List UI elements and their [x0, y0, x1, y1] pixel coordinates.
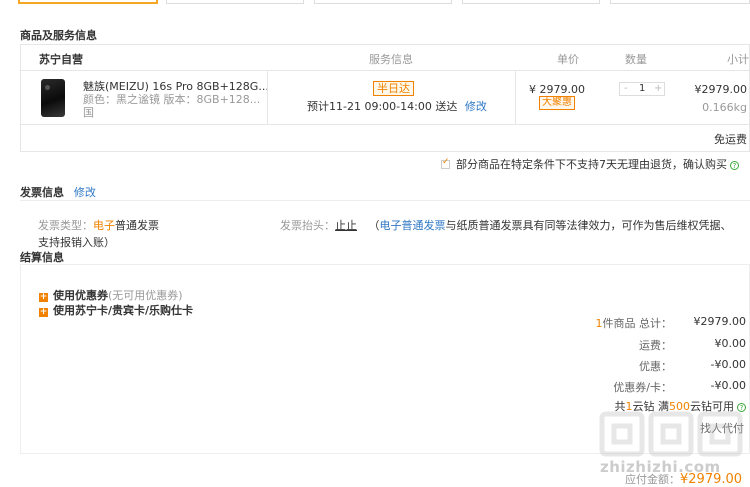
delivery-eta: 预计11-21 09:00-14:00 送达 修改: [307, 98, 487, 114]
payable-total: 应付金额：¥2979.00: [625, 471, 742, 487]
yunzuan-info: 共1云钻 满500云钻可用?: [614, 398, 746, 414]
invoice-edit-link[interactable]: 修改: [74, 186, 96, 199]
question-circle-icon[interactable]: ?: [730, 161, 739, 170]
product-spec-more: 国: [83, 106, 94, 119]
items-count: 1: [595, 317, 603, 330]
yun-mid: 云钻 满: [632, 400, 670, 413]
invoice-type: 发票类型：电子普通发票: [38, 217, 159, 233]
coupon-card-value: -¥0.00: [710, 379, 746, 392]
use-card-row[interactable]: + 使用苏宁卡/贵宾卡/乐购仕卡: [39, 302, 193, 318]
coupon-card-label: 优惠券/卡：: [613, 381, 672, 394]
col-subtotal: 小计: [727, 53, 749, 66]
expand-plus-icon[interactable]: +: [39, 308, 48, 317]
product-spec: 颜色：黑之谧镜 版本：8GB+128...: [83, 93, 261, 106]
invoice-type-highlight: 电子: [93, 219, 115, 232]
address-tab-selected[interactable]: [18, 0, 158, 4]
qty-minus-button[interactable]: -: [624, 83, 628, 95]
invoice-title: 发票信息: [20, 186, 64, 199]
freight-value: ¥0.00: [714, 337, 747, 350]
invoice-header: 发票抬头：止止 （电子普通发票与纸质普通发票具有同等法律效力，可作为售后维权凭据…: [280, 217, 732, 233]
col-service: 服务信息: [369, 53, 413, 66]
address-tab[interactable]: [314, 0, 452, 4]
promo-tag: 大聚惠: [539, 96, 575, 110]
col-qty: 数量: [625, 53, 647, 66]
e-invoice-link[interactable]: 电子普通发票: [380, 219, 446, 232]
product-table: 苏宁自营 服务信息 单价 数量 小计 魅族(MEIZU) 16s Pro 8GB…: [20, 44, 750, 152]
goods-section-title: 商品及服务信息: [20, 29, 97, 42]
notice-text: 部分商品在特定条件下不支持7天无理由退货，确认购买: [456, 158, 727, 171]
pay-for-me-link[interactable]: 找人代付: [700, 420, 744, 436]
payable-label: 应付金额：: [625, 473, 680, 486]
invoice-note: 与纸质普通发票具有同等法律效力，可作为售后维权凭据、: [445, 219, 732, 232]
return-notice: 部分商品在特定条件下不支持7天无理由退货，确认购买?: [441, 156, 739, 172]
yun-count: 1: [625, 400, 633, 413]
address-tab[interactable]: [610, 0, 750, 4]
product-thumbnail[interactable]: [41, 79, 65, 117]
items-total-label: 1件商品 总计：: [596, 315, 673, 331]
product-table-header: 苏宁自营 服务信息 单价 数量 小计: [21, 45, 749, 71]
invoice-type-value: 普通发票: [115, 219, 159, 232]
discount-value: -¥0.00: [710, 358, 746, 371]
subtotal: ¥2979.00: [694, 83, 748, 96]
invoice-type-label: 发票类型：: [38, 219, 93, 232]
qty-value[interactable]: 1: [639, 83, 645, 95]
unit-price: ¥ 2979.00: [529, 83, 585, 96]
items-label: 件商品 总计：: [602, 317, 673, 330]
coupon-note: (无可用优惠券): [108, 289, 183, 302]
product-row: 魅族(MEIZU) 16s Pro 8GB+128G... 颜色：黑之谧镜 版本…: [21, 71, 749, 125]
top-tabs: [18, 0, 750, 4]
invoice-note-line2: 支持报销入账）: [38, 236, 115, 249]
items-total-value: ¥2979.00: [693, 315, 747, 328]
yun-threshold: 500: [669, 400, 690, 413]
invoice-info: 发票类型：电子普通发票 发票抬头：止止 （电子普通发票与纸质普通发票具有同等法律…: [20, 200, 750, 249]
eta-text: 预计11-21 09:00-14:00 送达: [307, 100, 458, 113]
quantity-stepper[interactable]: - 1 +: [619, 82, 665, 96]
seller-name: 苏宁自营: [39, 53, 83, 66]
address-tab[interactable]: [462, 0, 600, 4]
coupon-label[interactable]: 使用优惠券: [53, 289, 108, 302]
divider: [515, 71, 516, 125]
yun-suffix: 云钻可用: [690, 400, 734, 413]
weight: 0.166kg: [702, 101, 747, 114]
col-price: 单价: [557, 53, 579, 66]
invoice-section-title: 发票信息 修改: [20, 184, 96, 200]
invoice-note-prefix: （: [368, 219, 380, 232]
payable-value: ¥2979.00: [680, 472, 743, 487]
use-coupon-row[interactable]: + 使用优惠券(无可用优惠券): [39, 287, 183, 303]
question-circle-icon[interactable]: ?: [737, 403, 746, 412]
address-tab[interactable]: [166, 0, 304, 4]
freight-label: 运费：: [639, 339, 672, 352]
confirm-checkbox[interactable]: [441, 157, 450, 169]
settlement-section-title: 结算信息: [20, 251, 64, 264]
half-day-badge: 半日达: [373, 81, 414, 96]
yun-prefix: 共: [614, 400, 626, 413]
eta-edit-link[interactable]: 修改: [465, 100, 487, 113]
qty-plus-button[interactable]: +: [654, 83, 662, 95]
invoice-header-value: 止止: [335, 219, 357, 232]
expand-plus-icon[interactable]: +: [39, 293, 48, 302]
card-label[interactable]: 使用苏宁卡/贵宾卡/乐购仕卡: [53, 304, 193, 317]
invoice-header-label: 发票抬头：: [280, 219, 335, 232]
settlement-box: + 使用优惠券(无可用优惠券) + 使用苏宁卡/贵宾卡/乐购仕卡 1件商品 总计： …: [20, 264, 750, 454]
divider: [267, 71, 268, 125]
discount-label: 优惠：: [639, 360, 672, 373]
shipping-status: 免运费: [714, 133, 747, 146]
